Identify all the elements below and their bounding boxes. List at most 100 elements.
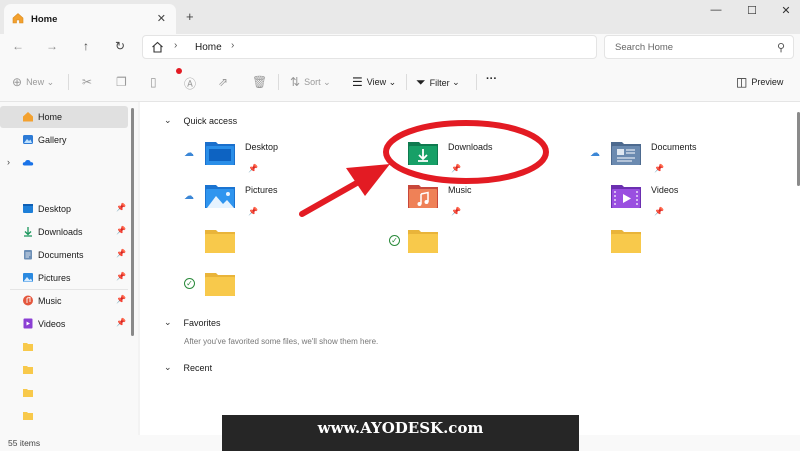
- forward-button[interactable]: →: [42, 39, 62, 53]
- new-label: New: [26, 77, 45, 87]
- filter-label: Filter: [429, 77, 450, 88]
- quick-access-desktop[interactable]: ☁ Desktop 📌: [184, 140, 376, 180]
- sidebar-item-home[interactable]: Home: [0, 106, 128, 128]
- sidebar-item-documents[interactable]: Documents 📌: [0, 244, 128, 266]
- sidebar-item-label: Desktop: [38, 204, 72, 214]
- sidebar-item-videos[interactable]: Videos 📌: [0, 313, 128, 335]
- refresh-button[interactable]: ↻: [110, 39, 130, 53]
- view-label: View: [366, 77, 387, 87]
- pin-icon: 📌: [116, 226, 126, 235]
- sidebar-item-folder[interactable]: [0, 405, 128, 427]
- address-input[interactable]: › Home ›: [142, 35, 597, 59]
- home-icon: [22, 111, 34, 122]
- item-name: Pictures: [245, 185, 278, 195]
- sidebar-item-label: Pictures: [38, 273, 71, 283]
- quick-access-folder[interactable]: ✓: [389, 228, 579, 268]
- documents-folder-icon: [610, 140, 642, 166]
- sidebar-scrollbar[interactable]: [131, 108, 134, 336]
- chevron-right-icon[interactable]: ›: [231, 40, 234, 51]
- tab-home[interactable]: Home ✕: [4, 4, 176, 34]
- divider: [406, 74, 407, 90]
- item-name: Documents: [651, 142, 697, 152]
- breadcrumb[interactable]: Home: [195, 42, 222, 53]
- pin-icon: 📌: [116, 272, 126, 281]
- sidebar-item-downloads[interactable]: Downloads 📌: [0, 221, 128, 243]
- recent-header[interactable]: ⌄ Recent: [164, 362, 212, 373]
- pin-icon: 📌: [654, 207, 664, 216]
- videos-icon: [22, 318, 34, 329]
- quick-access-folder[interactable]: [186, 228, 376, 268]
- sidebar-item-desktop[interactable]: Desktop 📌: [0, 198, 128, 220]
- chevron-right-icon[interactable]: ›: [7, 157, 10, 167]
- plus-circle-icon: ⊕: [12, 75, 23, 89]
- pin-icon: 📌: [654, 164, 664, 173]
- downloads-folder-icon: [407, 140, 439, 166]
- divider: [68, 74, 69, 90]
- item-name: Downloads: [448, 142, 493, 152]
- back-button[interactable]: ←: [8, 39, 28, 53]
- share-button[interactable]: ⇗: [218, 75, 232, 89]
- paste-button[interactable]: ▯: [150, 75, 161, 89]
- cut-button[interactable]: ✂: [82, 75, 96, 89]
- folder-icon: [22, 341, 34, 352]
- pin-icon: 📌: [451, 164, 461, 173]
- sidebar-item-folder[interactable]: [0, 336, 128, 358]
- folder-icon: [204, 271, 236, 297]
- maximize-icon[interactable]: ☐: [738, 4, 766, 17]
- tab-title: Home: [31, 13, 58, 25]
- sidebar-item-label: Gallery: [38, 135, 67, 145]
- minimize-icon[interactable]: —: [702, 4, 730, 16]
- pin-icon: 📌: [116, 318, 126, 327]
- sidebar-item-folder[interactable]: [0, 359, 128, 381]
- preview-button[interactable]: ◫ Preview: [736, 75, 783, 89]
- scissors-icon: ✂: [82, 75, 93, 89]
- divider: [476, 74, 477, 90]
- desktop-folder-icon: [204, 140, 236, 166]
- more-options-button[interactable]: ···: [486, 73, 497, 85]
- new-button[interactable]: ⊕ New ⌄: [12, 75, 54, 89]
- sidebar-item-onedrive[interactable]: ›: [0, 152, 128, 174]
- search-input[interactable]: Search Home ⚲: [604, 35, 794, 59]
- sidebar-item-folder[interactable]: [0, 382, 128, 404]
- sidebar-item-pictures[interactable]: Pictures 📌: [0, 267, 128, 289]
- new-tab-button[interactable]: +: [186, 9, 194, 24]
- folder-icon: [22, 410, 34, 421]
- trash-icon: 🗑: [252, 75, 268, 89]
- chevron-down-icon: ⌄: [164, 362, 172, 372]
- music-icon: [22, 295, 34, 306]
- view-button[interactable]: ☰ View ⌄: [352, 75, 396, 89]
- quick-access-folder[interactable]: [592, 228, 782, 268]
- quick-access-folder[interactable]: ✓: [184, 271, 376, 311]
- up-button[interactable]: ↑: [76, 39, 96, 53]
- quick-access-documents[interactable]: ☁ Documents 📌: [590, 140, 782, 180]
- onedrive-icon: [22, 157, 34, 168]
- quick-access-header[interactable]: ⌄ Quick access: [164, 115, 237, 126]
- sidebar-item-gallery[interactable]: Gallery: [0, 129, 128, 151]
- close-tab-icon[interactable]: ✕: [157, 12, 166, 25]
- quick-access-music[interactable]: Music 📌: [389, 183, 579, 223]
- chevron-down-icon: ⌄: [164, 317, 172, 327]
- cloud-icon: ☁: [184, 148, 194, 159]
- videos-folder-icon: [610, 183, 642, 209]
- item-name: Desktop: [245, 142, 279, 152]
- quick-access-videos[interactable]: Videos 📌: [592, 183, 782, 223]
- copy-button[interactable]: ❐: [116, 75, 131, 89]
- sort-button[interactable]: ⇅ Sort ⌄: [290, 75, 331, 89]
- delete-button[interactable]: 🗑: [252, 75, 271, 89]
- rename-button[interactable]: Ⓐ: [184, 75, 200, 92]
- rename-icon: Ⓐ: [184, 77, 197, 91]
- close-icon[interactable]: ✕: [772, 4, 800, 17]
- item-name: Music: [448, 185, 472, 195]
- preview-label: Preview: [751, 77, 784, 87]
- downloads-icon: [22, 226, 34, 237]
- desktop-icon: [22, 203, 34, 214]
- folder-icon: [407, 228, 439, 254]
- sort-icon: ⇅: [290, 75, 301, 89]
- favorites-header[interactable]: ⌄ Favorites: [164, 317, 221, 328]
- sidebar-item-music[interactable]: Music 📌: [0, 290, 128, 312]
- filter-button[interactable]: ⏷ Filter ⌄: [416, 75, 460, 90]
- search-placeholder: Search Home: [615, 42, 674, 53]
- quick-access-downloads[interactable]: Downloads 📌: [389, 140, 579, 180]
- quick-access-pictures[interactable]: ☁ Pictures 📌: [184, 183, 376, 223]
- folder-icon: [610, 228, 642, 254]
